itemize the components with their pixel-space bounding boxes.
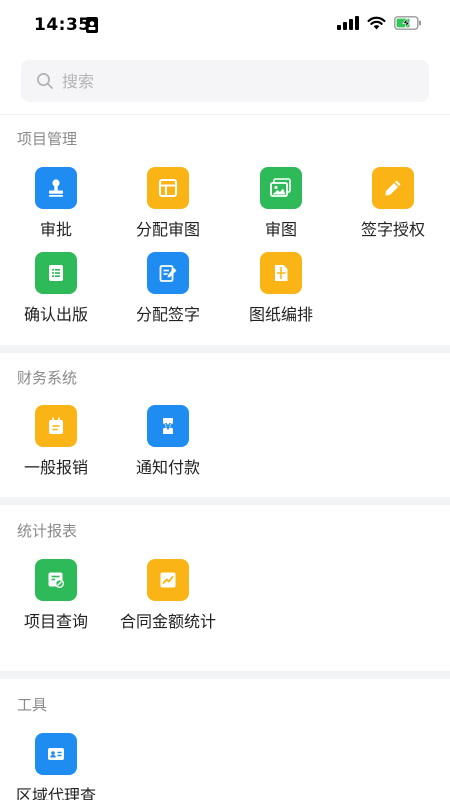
section-separator: [0, 671, 450, 679]
pencil-icon: [372, 167, 414, 209]
section-separator: [0, 345, 450, 353]
tile-project-query[interactable]: 项目查询: [0, 559, 112, 633]
section-title: 工具: [17, 696, 48, 714]
edit-document-icon: [147, 252, 189, 294]
tile-label: 图纸编排: [248, 305, 313, 324]
contact-card-icon: [35, 733, 77, 775]
tile-label: 分配审图: [135, 220, 200, 239]
section-separator: [0, 497, 450, 505]
search-input[interactable]: [62, 71, 392, 91]
section-title: 统计报表: [17, 522, 78, 540]
document-list-icon: [35, 252, 77, 294]
id-badge-icon: [86, 17, 98, 33]
tile-label: 签字授权: [360, 220, 425, 239]
section-finance: 财务系统 一般报销 ¥ 通知付款: [0, 353, 450, 497]
search-document-icon: [35, 559, 77, 601]
svg-text:¥: ¥: [165, 423, 172, 433]
status-bar: 14:35: [0, 0, 450, 52]
tile-label: 一般报销: [23, 458, 88, 477]
tile-signature-auth[interactable]: 签字授权: [337, 167, 449, 241]
tile-drawing-arrangement[interactable]: 图纸编排: [225, 252, 337, 326]
tile-assign-signature[interactable]: 分配签字: [112, 252, 224, 326]
tile-payment-notice[interactable]: ¥ 通知付款: [112, 405, 224, 479]
battery-charging-icon: [394, 16, 421, 30]
section-statistics: 统计报表 项目查询 合同金额统计: [0, 505, 450, 671]
section-title: 项目管理: [17, 130, 78, 148]
blueprint-icon: [260, 252, 302, 294]
wifi-icon: [367, 16, 386, 30]
tile-label: 确认出版: [23, 305, 88, 324]
tile-label: 审图: [264, 220, 297, 239]
tile-label: 通知付款: [135, 458, 200, 477]
yuan-ticket-icon: ¥: [147, 405, 189, 447]
tile-approval[interactable]: 审批: [0, 167, 112, 241]
section-project-management: 项目管理 审批 分配审图 审图 签字授权 确认出版 分配签字 图纸编排: [0, 115, 450, 345]
tile-review-drawings[interactable]: 审图: [225, 167, 337, 241]
image-gallery-icon: [260, 167, 302, 209]
tile-contract-statistics[interactable]: 合同金额统计: [112, 559, 224, 633]
tile-reimbursement[interactable]: 一般报销: [0, 405, 112, 479]
section-tools: 工具 区域代理查: [0, 679, 450, 800]
tile-assign-review[interactable]: 分配审图: [112, 167, 224, 241]
status-time: 14:35: [34, 15, 91, 35]
calendar-icon: [35, 405, 77, 447]
trend-chart-icon: [147, 559, 189, 601]
tile-label: 区域代理查: [15, 786, 96, 800]
tile-label: 审批: [39, 220, 72, 239]
tile-label: 项目查询: [23, 612, 88, 631]
tile-label: 分配签字: [135, 305, 200, 324]
tile-label: 合同金额统计: [119, 612, 216, 631]
tile-confirm-publish[interactable]: 确认出版: [0, 252, 112, 326]
layout-icon: [147, 167, 189, 209]
search-bar[interactable]: [21, 60, 429, 102]
search-icon: [37, 73, 53, 89]
stamp-icon: [35, 167, 77, 209]
cellular-signal-icon: [337, 16, 359, 30]
section-title: 财务系统: [17, 369, 78, 387]
tile-regional-agent-query[interactable]: 区域代理查: [0, 733, 112, 800]
